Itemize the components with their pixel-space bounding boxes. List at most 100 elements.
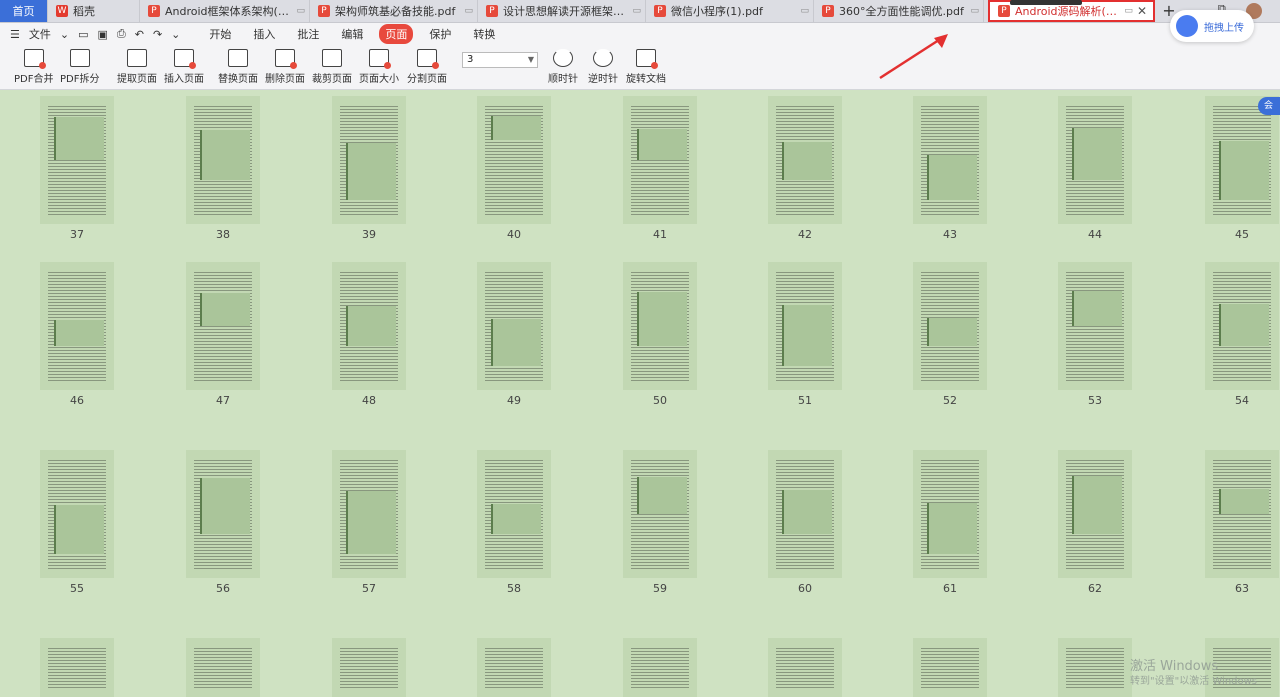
page-thumbnail[interactable] xyxy=(623,638,697,697)
page-code-block xyxy=(1072,128,1122,180)
page-thumbnail[interactable] xyxy=(40,96,114,224)
close-icon[interactable]: ✕ xyxy=(1137,4,1147,18)
page-thumbnail[interactable] xyxy=(1058,450,1132,578)
menu-page[interactable]: 页面 xyxy=(379,24,414,44)
rotate-document-icon xyxy=(636,49,658,69)
open-icon[interactable]: ▭ xyxy=(78,28,88,41)
page-thumbnail[interactable] xyxy=(768,638,842,697)
page-text-lines xyxy=(194,646,252,689)
pin-icon[interactable]: ▭ xyxy=(296,6,305,16)
split-page-button[interactable]: 分割页面 xyxy=(407,49,447,85)
page-code-block xyxy=(927,155,977,200)
pin-icon[interactable]: ▭ xyxy=(800,6,809,16)
page-thumbnail[interactable] xyxy=(477,96,551,224)
crop-page-button[interactable]: 裁剪页面 xyxy=(312,49,352,85)
pin-icon[interactable]: ▭ xyxy=(1124,6,1133,16)
page-code-block xyxy=(927,503,977,554)
hamburger-icon[interactable]: ☰ xyxy=(10,28,20,41)
file-menu[interactable]: 文件 xyxy=(29,26,51,42)
chevron-down-icon[interactable]: ⌄ xyxy=(60,28,69,41)
page-thumbnail[interactable] xyxy=(1058,96,1132,224)
page-code-block xyxy=(637,292,687,346)
side-assistant-pill[interactable]: 会 xyxy=(1258,97,1280,115)
page-thumbnail[interactable] xyxy=(186,262,260,390)
cloud-upload-widget[interactable]: 拖拽上传 xyxy=(1170,10,1254,42)
page-thumbnail[interactable] xyxy=(186,450,260,578)
page-code-block xyxy=(782,142,832,180)
pdf-merge-button[interactable]: PDF合并 xyxy=(14,49,53,85)
menu-comment[interactable]: 批注 xyxy=(291,24,325,44)
page-thumbnail[interactable] xyxy=(477,450,551,578)
page-number: 41 xyxy=(653,228,667,241)
pdf-split-button[interactable]: PDF拆分 xyxy=(60,49,99,85)
pdf-icon: P xyxy=(654,5,666,17)
page-thumbnail[interactable] xyxy=(623,450,697,578)
page-thumbnail[interactable] xyxy=(40,262,114,390)
save-icon[interactable]: ▣ xyxy=(98,28,108,41)
tab-label: 微信小程序(1).pdf xyxy=(671,5,763,18)
page-thumbnail[interactable] xyxy=(332,96,406,224)
page-range-select[interactable]: 3 ▼ xyxy=(462,52,538,68)
rotate-cw-button[interactable]: 顺时针 xyxy=(548,49,578,85)
tab-pdf[interactable]: P Android框架体系架构(1).pdf ▭ xyxy=(140,0,310,22)
menu-start[interactable]: 开始 xyxy=(203,24,237,44)
pin-icon[interactable]: ▭ xyxy=(632,6,641,16)
customize-icon[interactable]: ⌄ xyxy=(171,28,180,41)
page-code-block xyxy=(1072,476,1122,534)
page-thumbnail[interactable] xyxy=(186,96,260,224)
tab-pdf[interactable]: P 架构师筑基必备技能.pdf ▭ xyxy=(310,0,478,22)
print-icon[interactable]: ⎙ xyxy=(117,27,126,41)
insert-page-button[interactable]: 插入页面 xyxy=(164,49,204,85)
page-thumbnail[interactable] xyxy=(913,262,987,390)
page-thumbnail[interactable] xyxy=(768,262,842,390)
tab-pdf[interactable]: P 360°全方面性能调优.pdf ▭ xyxy=(814,0,984,22)
split-page-icon xyxy=(417,49,439,69)
pdf-icon: P xyxy=(486,5,498,17)
redo-icon[interactable]: ↷ xyxy=(153,28,162,41)
page-thumbnail[interactable] xyxy=(332,638,406,697)
page-code-block xyxy=(54,117,104,160)
menu-insert[interactable]: 插入 xyxy=(247,24,281,44)
page-thumbnail[interactable] xyxy=(1205,96,1279,224)
page-thumbnail[interactable] xyxy=(768,96,842,224)
page-size-button[interactable]: 页面大小 xyxy=(359,49,399,85)
extract-icon xyxy=(127,49,147,67)
page-thumbnail[interactable] xyxy=(477,262,551,390)
tab-pdf[interactable]: P 微信小程序(1).pdf ▭ xyxy=(646,0,814,22)
page-thumbnail[interactable] xyxy=(186,638,260,697)
page-thumbnail[interactable] xyxy=(913,96,987,224)
rotate-counterclockwise-icon xyxy=(593,49,613,67)
page-thumbnail[interactable] xyxy=(768,450,842,578)
page-thumbnail[interactable] xyxy=(1205,262,1279,390)
pin-icon[interactable]: ▭ xyxy=(464,6,473,16)
rotate-document-button[interactable]: 旋转文档 xyxy=(626,49,666,85)
page-thumbnail[interactable] xyxy=(332,450,406,578)
page-number: 61 xyxy=(943,582,957,595)
page-code-block xyxy=(346,306,396,346)
menu-protect[interactable]: 保护 xyxy=(423,24,457,44)
page-thumbnail[interactable] xyxy=(332,262,406,390)
page-thumbnail[interactable] xyxy=(40,450,114,578)
page-thumbnail[interactable] xyxy=(913,638,987,697)
tab-home[interactable]: 首页 xyxy=(0,0,48,22)
page-thumbnail[interactable] xyxy=(40,638,114,697)
button-label: 顺时针 xyxy=(548,74,578,85)
replace-page-button[interactable]: 替换页面 xyxy=(218,49,258,85)
page-thumbnail[interactable] xyxy=(1205,450,1279,578)
page-thumbnail[interactable] xyxy=(623,262,697,390)
rotate-ccw-button[interactable]: 逆时针 xyxy=(588,49,618,85)
page-thumbnail[interactable] xyxy=(477,638,551,697)
page-text-lines xyxy=(631,458,689,570)
page-thumbnail[interactable] xyxy=(623,96,697,224)
tab-docer[interactable]: W 稻壳 xyxy=(48,0,140,22)
tab-pdf[interactable]: P 设计思想解读开源框架8.pdf ▭ xyxy=(478,0,646,22)
page-thumbnail[interactable] xyxy=(1058,262,1132,390)
undo-icon[interactable]: ↶ xyxy=(135,28,144,41)
menu-convert[interactable]: 转换 xyxy=(467,24,501,44)
menu-edit[interactable]: 编辑 xyxy=(335,24,369,44)
page-thumbnail[interactable] xyxy=(1058,638,1132,697)
extract-page-button[interactable]: 提取页面 xyxy=(117,49,157,85)
page-thumbnail[interactable] xyxy=(913,450,987,578)
pin-icon[interactable]: ▭ xyxy=(970,6,979,16)
delete-page-button[interactable]: 删除页面 xyxy=(265,49,305,85)
